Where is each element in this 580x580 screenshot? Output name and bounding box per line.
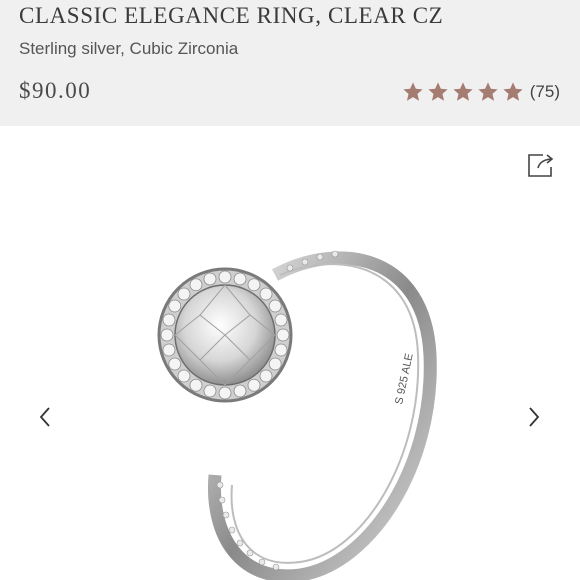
product-price: $90.00 <box>19 78 92 103</box>
product-title: CLASSIC ELEGANCE RING, CLEAR CZ <box>19 3 444 28</box>
chevron-right-icon[interactable] <box>521 402 547 432</box>
review-count[interactable]: (75) <box>530 82 560 102</box>
product-subtitle: Sterling silver, Cubic Zirconia <box>19 39 239 58</box>
star-icon <box>478 82 498 101</box>
star-icon <box>453 82 473 101</box>
rating-stars <box>402 81 524 103</box>
ring-engraving: S 925 ALE <box>393 352 416 405</box>
product-header: CLASSIC ELEGANCE RING, CLEAR CZ Sterling… <box>0 0 580 126</box>
share-icon[interactable] <box>526 152 556 178</box>
product-image-ring: S 925 ALE <box>157 250 437 580</box>
rating[interactable]: (75) <box>402 81 560 103</box>
star-icon <box>503 82 523 101</box>
star-icon <box>428 82 448 101</box>
star-icon <box>403 82 423 101</box>
chevron-left-icon[interactable] <box>32 402 58 432</box>
